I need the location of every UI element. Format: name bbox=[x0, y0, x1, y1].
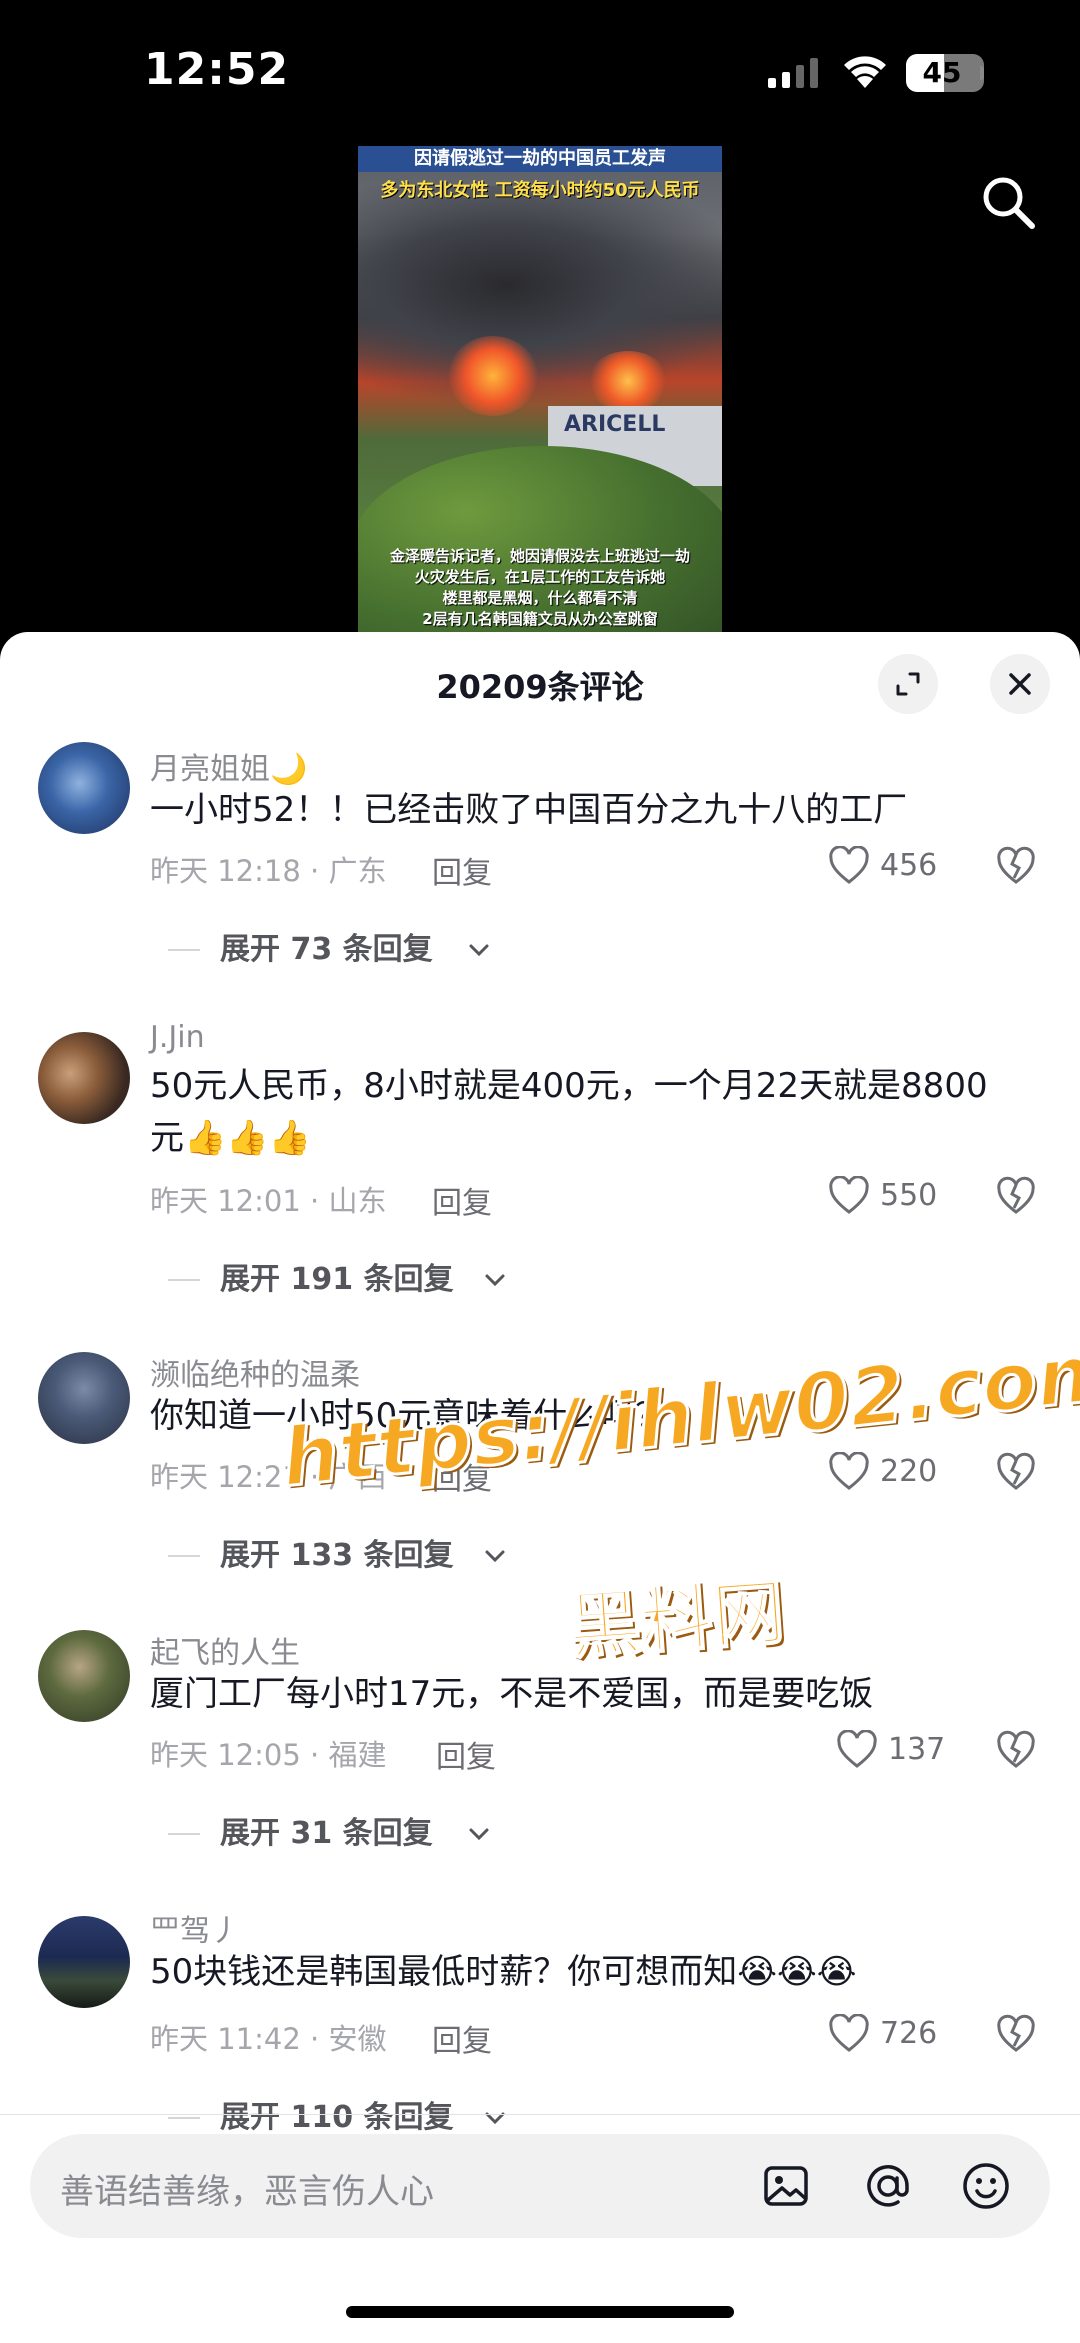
chevron-down-icon bbox=[485, 1550, 505, 1563]
comment-username[interactable]: 起飞的人生 bbox=[150, 1628, 300, 1672]
expand-divider bbox=[168, 1833, 200, 1835]
avatar[interactable] bbox=[38, 1916, 130, 2008]
avatar[interactable] bbox=[38, 742, 130, 834]
broken-heart-icon[interactable] bbox=[996, 846, 1036, 886]
comment-username[interactable]: 月亮姐姐🌙 bbox=[150, 744, 307, 788]
comment-text: 厦门工厂每小时17元，不是不爱国，而是要吃饭 bbox=[150, 1674, 874, 1714]
expand-divider bbox=[168, 949, 200, 951]
video-caption-line: 楼里都是黑烟，什么都看不清 bbox=[442, 589, 638, 607]
search-icon[interactable] bbox=[978, 172, 1038, 232]
comment-meta: 昨天 12:01 · 山东 bbox=[150, 1184, 387, 1218]
broken-heart-icon[interactable] bbox=[996, 1452, 1036, 1492]
expand-icon bbox=[896, 672, 920, 696]
reply-button[interactable]: 回复 bbox=[436, 1732, 496, 1776]
like-count: 726 bbox=[880, 2016, 938, 2051]
comment-meta: 昨天 11:42 · 安徽 bbox=[150, 2022, 387, 2056]
watermark-site-name: 黑料网 bbox=[565, 1569, 788, 1670]
video-building-sign: ARICELL bbox=[564, 412, 666, 437]
close-button[interactable] bbox=[990, 654, 1050, 714]
chevron-down-icon bbox=[485, 1274, 505, 1287]
broken-heart-icon[interactable] bbox=[996, 2014, 1036, 2054]
status-bar: 12:52 45 bbox=[0, 0, 1080, 140]
reply-button[interactable]: 回复 bbox=[432, 1178, 492, 1222]
broken-heart-icon[interactable] bbox=[996, 1730, 1036, 1770]
comment-meta: 昨天 12:18 · 广东 bbox=[150, 854, 387, 888]
expand-divider bbox=[168, 1279, 200, 1281]
comment-input[interactable]: 善语结善缘，恶言伤人心 bbox=[30, 2134, 1050, 2238]
at-icon[interactable] bbox=[862, 2160, 914, 2212]
heart-icon bbox=[829, 1452, 869, 1490]
battery-level: 45 bbox=[922, 56, 962, 89]
emoji-icon[interactable] bbox=[960, 2160, 1012, 2212]
video-fire bbox=[588, 351, 668, 411]
chevron-down-icon bbox=[485, 2112, 505, 2125]
like-count: 220 bbox=[880, 1454, 938, 1489]
comment-username[interactable]: 濒临绝种的温柔 bbox=[150, 1350, 360, 1394]
video-smoke bbox=[358, 186, 722, 406]
comments-sheet: 20209条评论 月亮姐姐🌙 一小时52！！已经击败了中国百分之九十八的工厂 昨… bbox=[0, 632, 1080, 2343]
expand-replies-label: 展开 191 条回复 bbox=[220, 1262, 454, 1297]
video-caption-line: 2层有几名韩国籍文员从办公室跳窗 bbox=[422, 610, 658, 628]
home-indicator bbox=[346, 2306, 734, 2318]
avatar[interactable] bbox=[38, 1352, 130, 1444]
broken-heart-icon[interactable] bbox=[996, 1176, 1036, 1216]
expand-replies-label: 展开 133 条回复 bbox=[220, 1538, 454, 1573]
expand-button[interactable] bbox=[878, 654, 938, 714]
heart-icon bbox=[829, 1176, 869, 1214]
expand-divider bbox=[168, 2117, 200, 2119]
close-icon bbox=[1009, 673, 1031, 695]
chevron-down-icon bbox=[469, 1828, 489, 1841]
like-count: 137 bbox=[888, 1732, 946, 1767]
comment-meta: 昨天 12:05 · 福建 bbox=[150, 1738, 387, 1772]
comment-username[interactable]: J.Jin bbox=[150, 1020, 205, 1055]
video-fire bbox=[448, 336, 538, 416]
expand-replies-label: 展开 73 条回复 bbox=[220, 932, 433, 967]
comment-text: 50元人民币，8小时就是400元，一个月22天就是8800元👍👍👍 bbox=[150, 1066, 988, 1158]
comment-username[interactable]: 罒驾丿 bbox=[150, 1906, 240, 1950]
video-caption: 金泽暖告诉记者，她因请假没去上班逃过一劫 火灾发生后，在1层工作的工友告诉她 楼… bbox=[358, 546, 722, 630]
battery-tip bbox=[980, 66, 984, 80]
battery-indicator: 45 bbox=[906, 54, 984, 92]
video-subheadline: 多为东北女性 工资每小时约50元人民币 bbox=[380, 180, 700, 201]
expand-divider bbox=[168, 1555, 200, 1557]
video-caption-line: 火灾发生后，在1层工作的工友告诉她 bbox=[414, 568, 666, 586]
like-count: 456 bbox=[880, 848, 938, 883]
expand-replies-label: 展开 110 条回复 bbox=[220, 2100, 454, 2135]
status-time: 12:52 bbox=[144, 44, 290, 95]
avatar[interactable] bbox=[38, 1630, 130, 1722]
chevron-down-icon bbox=[469, 944, 489, 957]
video-caption-line: 金泽暖告诉记者，她因请假没去上班逃过一劫 bbox=[389, 547, 690, 565]
like-count: 550 bbox=[880, 1178, 938, 1213]
avatar[interactable] bbox=[38, 1032, 130, 1124]
reply-button[interactable]: 回复 bbox=[432, 848, 492, 892]
input-divider bbox=[0, 2114, 1080, 2115]
cellular-signal-icon bbox=[768, 58, 818, 88]
wifi-icon bbox=[844, 56, 886, 88]
video-preview[interactable]: ARICELL 因请假逃过一劫的中国员工发声 多为东北女性 工资每小时约50元人… bbox=[358, 146, 722, 636]
reply-button[interactable]: 回复 bbox=[432, 2016, 492, 2060]
comment-input-placeholder: 善语结善缘，恶言伤人心 bbox=[60, 2172, 434, 2212]
comment-text: 一小时52！！已经击败了中国百分之九十八的工厂 bbox=[150, 790, 908, 830]
video-headline: 因请假逃过一劫的中国员工发声 bbox=[414, 148, 666, 169]
heart-icon bbox=[829, 2014, 869, 2052]
image-icon[interactable] bbox=[762, 2162, 810, 2210]
comment-text: 50块钱还是韩国最低时薪？你可想而知😭😭😭 bbox=[150, 1952, 857, 1992]
heart-icon bbox=[829, 846, 869, 884]
heart-icon bbox=[837, 1730, 877, 1768]
expand-replies-label: 展开 31 条回复 bbox=[220, 1816, 433, 1851]
